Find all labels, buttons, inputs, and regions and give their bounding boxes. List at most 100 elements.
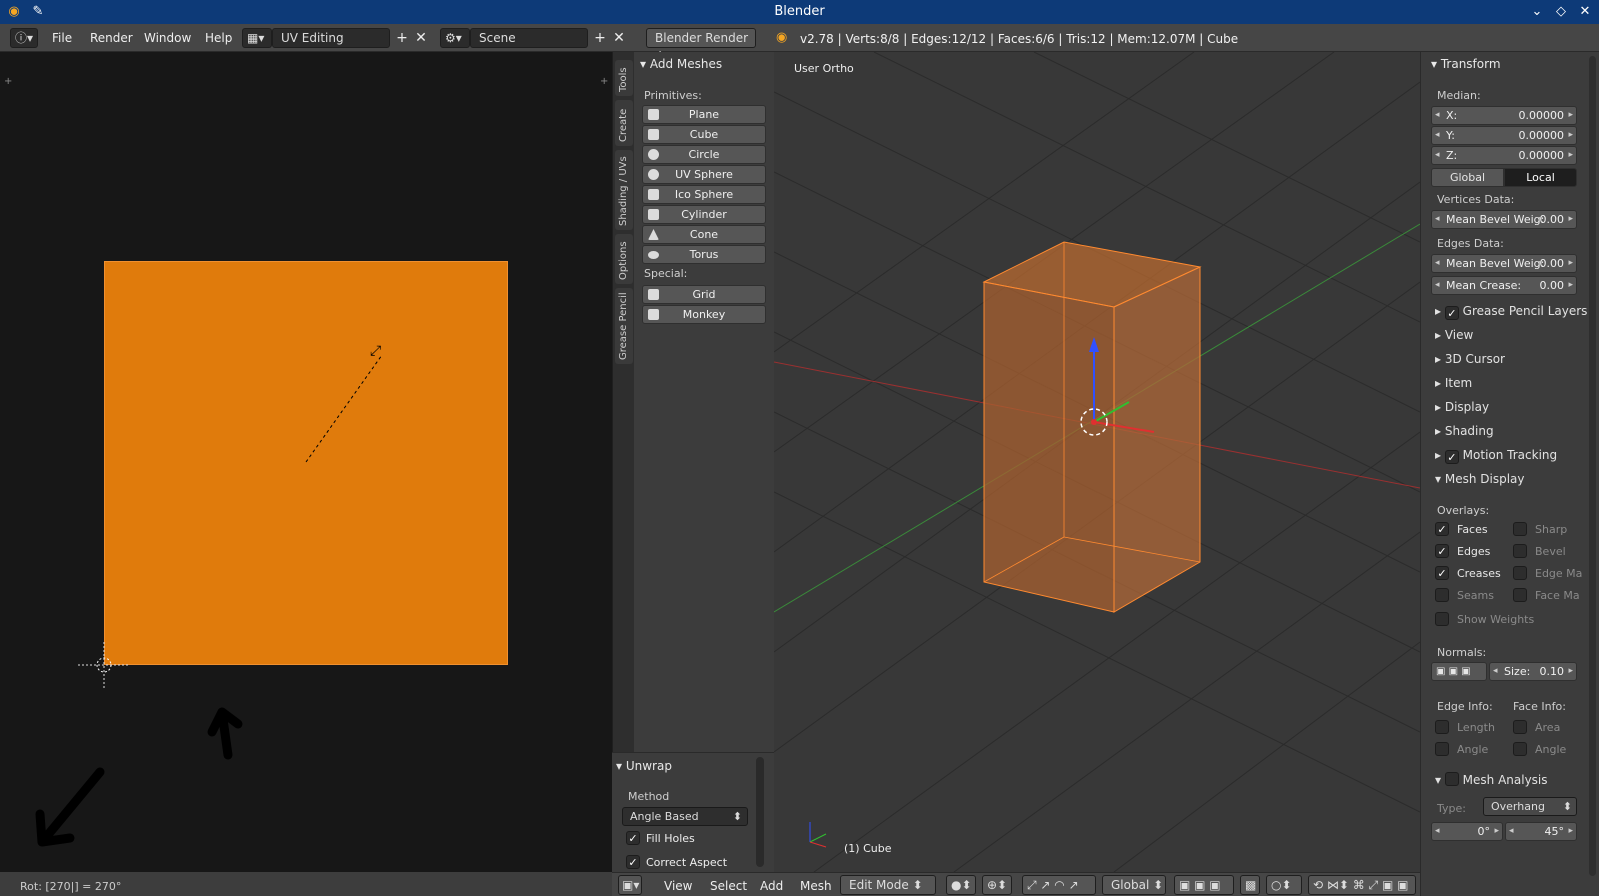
scene-icon[interactable]: ⚙▾ — [440, 28, 470, 48]
section-mesh-display[interactable]: ▾ Mesh Display — [1435, 472, 1524, 486]
maximize-icon[interactable]: ◇ — [1553, 4, 1569, 20]
fill-holes-checkbox[interactable]: ✓ — [626, 831, 640, 845]
creases-checkbox[interactable]: ✓ — [1435, 566, 1449, 580]
edges-checkbox[interactable]: ✓ — [1435, 544, 1449, 558]
uv-overlay: ⤢ + + — [4, 76, 608, 847]
add-uv-sphere-button[interactable]: UV Sphere — [642, 165, 766, 184]
screen-layout-icon[interactable]: ▦▾ — [242, 28, 272, 48]
3d-viewport[interactable]: User Ortho (1) Cube — [774, 52, 1420, 872]
shading-select[interactable]: ●⬍ — [946, 875, 976, 895]
snap-tool-icons[interactable]: ⟲ ⋈⬍ ⌘ ⤢ ▣ ▣ — [1308, 875, 1416, 895]
tab-grease-pencil[interactable]: Grease Pencil — [615, 288, 633, 364]
add-meshes-header[interactable]: ▾ Add Meshes — [640, 57, 722, 71]
face-marks-checkbox[interactable] — [1513, 588, 1527, 602]
show-weights-checkbox[interactable] — [1435, 612, 1449, 626]
section-mesh-analysis[interactable]: ▾ Mesh Analysis — [1435, 770, 1548, 787]
remove-scene-button[interactable]: ✕ — [610, 28, 628, 48]
editor-type-icon[interactable]: ⓘ▾ — [10, 28, 38, 48]
add-monkey-button[interactable]: Monkey — [642, 305, 766, 324]
range-min-field[interactable]: 0° — [1431, 822, 1503, 841]
transform-header[interactable]: ▾ Transform — [1431, 57, 1501, 71]
correct-aspect-checkbox[interactable]: ✓ — [626, 855, 640, 869]
edge-marks-checkbox[interactable] — [1513, 566, 1527, 580]
minimize-icon[interactable]: ⌄ — [1529, 4, 1545, 20]
render-engine-select[interactable]: Blender Render ⬍ — [646, 28, 756, 63]
section-item[interactable]: ▸ Item — [1435, 376, 1472, 390]
proportional-edit-icon[interactable]: ○⬍ — [1266, 875, 1302, 895]
section-3d-cursor[interactable]: ▸ 3D Cursor — [1435, 352, 1505, 366]
add-grid-button[interactable]: Grid — [642, 285, 766, 304]
unwrap-header[interactable]: ▾ Unwrap — [616, 759, 672, 773]
tab-shading-uvs[interactable]: Shading / UVs — [615, 150, 633, 230]
section-display[interactable]: ▸ Display — [1435, 400, 1489, 414]
analysis-type-select[interactable]: Overhang ⬍ — [1483, 797, 1577, 816]
seams-checkbox[interactable] — [1435, 588, 1449, 602]
add-ico-sphere-button[interactable]: Ico Sphere — [642, 185, 766, 204]
add-layout-button[interactable]: + — [393, 28, 411, 48]
range-max-field[interactable]: 45° — [1505, 822, 1577, 841]
menu-mesh[interactable]: Mesh — [800, 879, 832, 893]
section-shading[interactable]: ▸ Shading — [1435, 424, 1494, 438]
screen-layout-field[interactable]: UV Editing — [272, 28, 390, 48]
occlude-icon[interactable]: ▩ — [1240, 875, 1260, 895]
uv-image-editor[interactable]: ⤢ + + — [0, 52, 612, 872]
add-cylinder-button[interactable]: Cylinder — [642, 205, 766, 224]
mode-select[interactable]: Edit Mode ⬍ — [840, 875, 936, 895]
local-toggle[interactable]: Local — [1504, 168, 1577, 187]
face-area-label: Area — [1535, 721, 1561, 734]
cone-icon — [648, 229, 659, 240]
menu-file[interactable]: File — [52, 31, 72, 45]
normals-size-field[interactable]: Size:0.10 — [1489, 662, 1577, 681]
tab-tools[interactable]: Tools — [615, 60, 633, 96]
edge-angle-checkbox[interactable] — [1435, 742, 1449, 756]
edge-length-checkbox[interactable] — [1435, 720, 1449, 734]
menu-add[interactable]: Add — [760, 879, 783, 893]
pivot-select[interactable]: ⊕⬍ — [982, 875, 1012, 895]
add-cone-button[interactable]: Cone — [642, 225, 766, 244]
drawn-arrow — [207, 707, 243, 760]
method-select[interactable]: Angle Based ⬍ — [622, 807, 748, 826]
sharp-checkbox[interactable] — [1513, 522, 1527, 536]
edge-crease-field[interactable]: Mean Crease:0.00 — [1431, 276, 1577, 295]
fill-holes-label: Fill Holes — [646, 832, 695, 845]
global-toggle[interactable]: Global — [1431, 168, 1504, 187]
menu-select[interactable]: Select — [710, 879, 747, 893]
properties-scrollbar[interactable] — [1589, 56, 1596, 876]
menu-window[interactable]: Window — [144, 31, 191, 45]
menu-view[interactable]: View — [664, 879, 692, 893]
tab-options[interactable]: Options — [615, 234, 633, 284]
title-bar: ◉ ✎ Blender ⌄ ◇ ✕ — [0, 0, 1599, 24]
tab-create[interactable]: Create — [615, 100, 633, 146]
manipulator-icons[interactable]: ⤢ ↗ ◠ ↗ — [1022, 875, 1096, 895]
section-grease-pencil[interactable]: ▸ ✓ Grease Pencil Layers — [1435, 304, 1587, 320]
edge-info-label: Edge Info: — [1437, 700, 1493, 713]
viewport-editor-icon[interactable]: ▣▾ — [618, 875, 642, 895]
section-view[interactable]: ▸ View — [1435, 328, 1473, 342]
add-circle-button[interactable]: Circle — [642, 145, 766, 164]
add-cube-button[interactable]: Cube — [642, 125, 766, 144]
vertex-bevel-weight-field[interactable]: Mean Bevel Weig:0.00 — [1431, 210, 1577, 229]
add-scene-button[interactable]: + — [591, 28, 609, 48]
faces-checkbox[interactable]: ✓ — [1435, 522, 1449, 536]
median-x-field[interactable]: X:0.00000 — [1431, 106, 1577, 125]
unwrap-scrollbar[interactable] — [756, 757, 764, 867]
median-label: Median: — [1437, 89, 1481, 102]
remove-layout-button[interactable]: ✕ — [412, 28, 430, 48]
menu-render[interactable]: Render — [90, 31, 133, 45]
circle-icon — [648, 149, 659, 160]
median-z-field[interactable]: Z:0.00000 — [1431, 146, 1577, 165]
edge-bevel-weight-field[interactable]: Mean Bevel Weig:0.00 — [1431, 254, 1577, 273]
close-icon[interactable]: ✕ — [1577, 4, 1593, 20]
orientation-select[interactable]: Global ⬍ — [1102, 875, 1166, 895]
bevel-checkbox[interactable] — [1513, 544, 1527, 558]
median-y-field[interactable]: Y:0.00000 — [1431, 126, 1577, 145]
add-torus-button[interactable]: Torus — [642, 245, 766, 264]
add-plane-button[interactable]: Plane — [642, 105, 766, 124]
face-area-checkbox[interactable] — [1513, 720, 1527, 734]
select-mode-icons[interactable]: ▣ ▣ ▣ — [1174, 875, 1234, 895]
normals-toggle-icons[interactable]: ▣ ▣ ▣ — [1431, 662, 1487, 681]
section-motion-tracking[interactable]: ▸ ✓ Motion Tracking — [1435, 448, 1557, 464]
face-angle-checkbox[interactable] — [1513, 742, 1527, 756]
scene-field[interactable]: Scene — [470, 28, 588, 48]
menu-help[interactable]: Help — [205, 31, 232, 45]
